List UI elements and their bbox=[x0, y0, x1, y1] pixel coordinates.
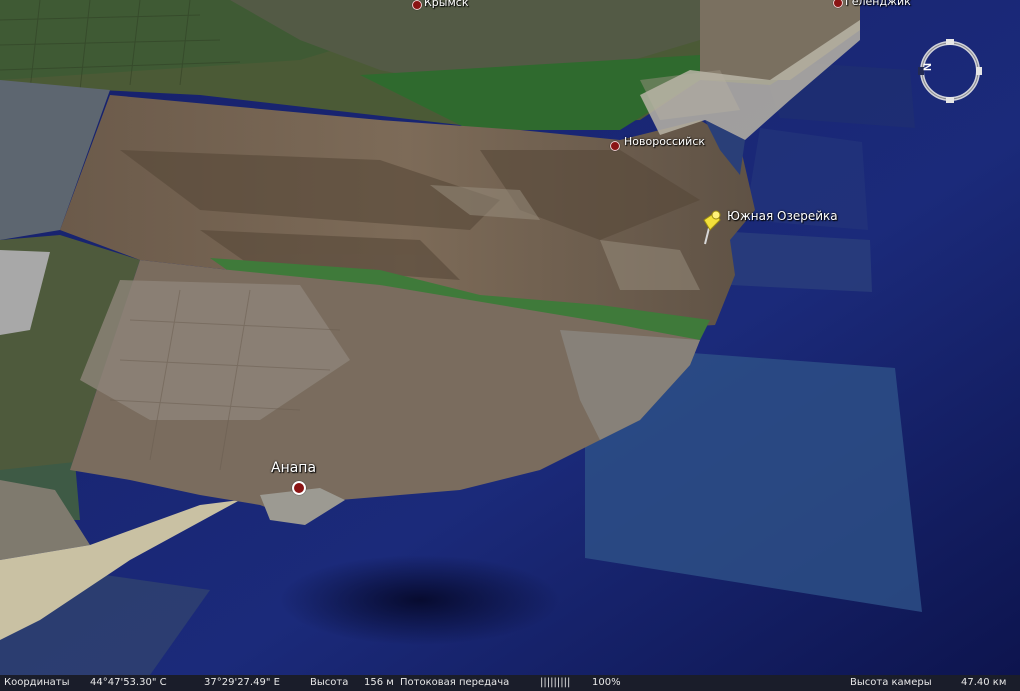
latitude-value: 44°47'53.30" С bbox=[90, 677, 167, 688]
compass-north-letter: N bbox=[922, 63, 934, 71]
label-yuzhnaya-ozereyka[interactable]: Южная Озерейка bbox=[727, 209, 838, 223]
streaming-label: Потоковая передача bbox=[400, 677, 510, 688]
coords-label: Координаты bbox=[4, 677, 70, 688]
city-marker[interactable] bbox=[292, 481, 306, 495]
streaming-percent: 100% bbox=[592, 677, 621, 688]
pushpin-icon[interactable] bbox=[696, 206, 726, 246]
elevation-label: Высота bbox=[310, 677, 349, 688]
longitude-value: 37°29'27.49" Е bbox=[204, 677, 280, 688]
city-marker[interactable] bbox=[412, 0, 422, 10]
label-gelendzhik[interactable]: Геленджик bbox=[845, 0, 911, 8]
cloud-shadow bbox=[280, 555, 560, 645]
camera-altitude-label: Высота камеры bbox=[850, 677, 932, 688]
streaming-progress-bar: ||||||||| bbox=[540, 677, 571, 688]
label-anapa[interactable]: Анапа bbox=[271, 460, 316, 476]
elevation-value: 156 м bbox=[364, 677, 394, 688]
city-marker[interactable] bbox=[610, 141, 620, 151]
map-view[interactable]: Крымск Геленджик Новороссийск Южная Озер… bbox=[0, 0, 1020, 675]
label-krymsk[interactable]: Крымск bbox=[424, 0, 468, 9]
terrain-imagery bbox=[0, 0, 1020, 675]
status-bar: Координаты 44°47'53.30" С 37°29'27.49" Е… bbox=[0, 675, 1020, 691]
camera-altitude-value: 47.40 км bbox=[961, 677, 1007, 688]
label-novorossiysk[interactable]: Новороссийск bbox=[624, 135, 705, 148]
